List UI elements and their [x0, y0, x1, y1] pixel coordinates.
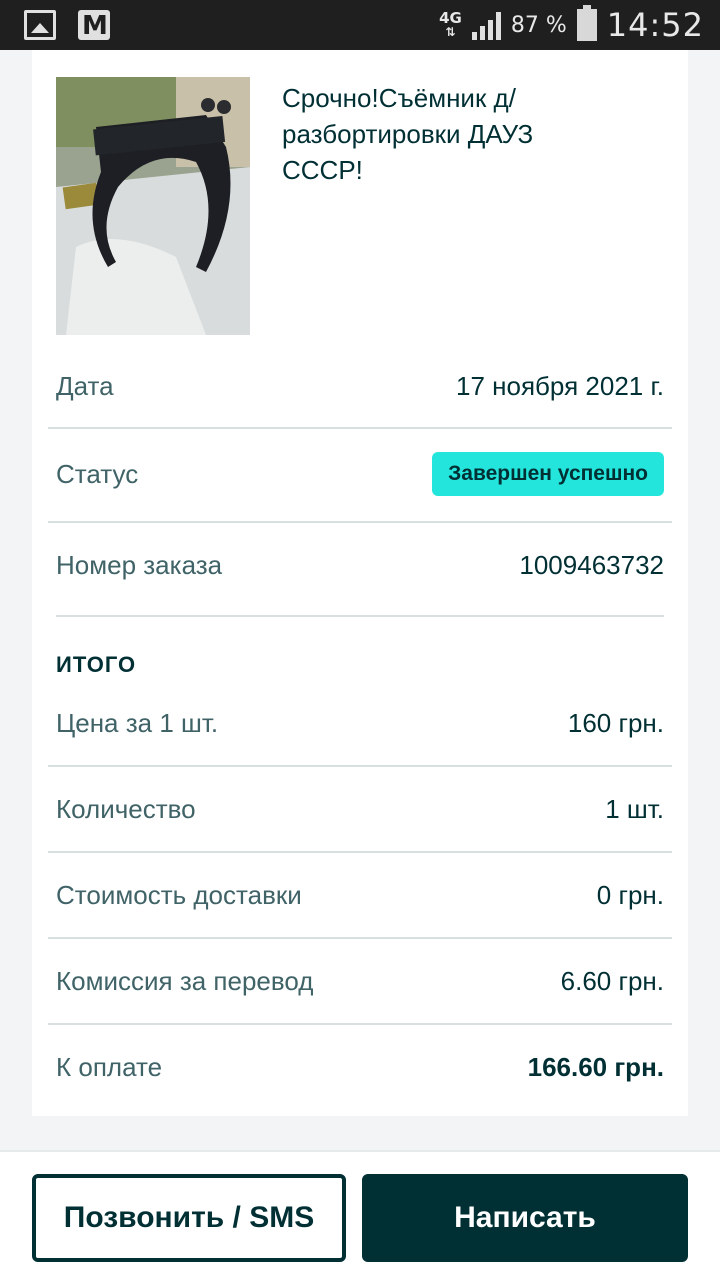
delivery-label: Стоимость доставки	[56, 879, 302, 910]
fee-value: 6.60 грн.	[560, 965, 664, 996]
date-label: Дата	[56, 370, 114, 401]
divider	[48, 765, 672, 767]
price-row: Цена за 1 шт. 160 грн.	[56, 701, 664, 745]
battery-icon	[576, 5, 597, 41]
to-pay-row: К оплате 166.60 грн.	[56, 1045, 664, 1089]
delivery-row: Стоимость доставки 0 грн.	[56, 873, 664, 917]
status-label: Статус	[56, 458, 139, 489]
status-bar: 4G ⇅ 87 % 14:52	[0, 0, 720, 50]
network-indicator: 4G ⇅	[439, 9, 462, 40]
signal-icon	[471, 10, 501, 40]
quantity-label: Количество	[56, 793, 196, 824]
price-value: 160 грн.	[567, 707, 664, 738]
write-message-button[interactable]: Написать	[362, 1174, 688, 1262]
price-label: Цена за 1 шт.	[56, 707, 219, 738]
status-row: Статус Завершен успешно	[56, 452, 664, 496]
bottom-action-bar: Позвонить / SMS Написать	[0, 1150, 720, 1280]
network-type: 4G	[439, 9, 462, 27]
divider	[56, 615, 664, 617]
picture-icon	[24, 10, 56, 40]
gmail-icon	[78, 10, 110, 41]
to-pay-label: К оплате	[56, 1051, 163, 1082]
order-number-label: Номер заказа	[56, 549, 223, 580]
total-heading: ИТОГО	[56, 652, 137, 677]
order-number-row: Номер заказа 1009463732	[56, 543, 664, 587]
divider	[48, 521, 672, 523]
clock: 14:52	[606, 6, 704, 44]
to-pay-value: 166.60 грн.	[527, 1051, 664, 1082]
divider	[48, 1023, 672, 1025]
date-row: Дата 17 ноября 2021 г.	[56, 364, 664, 408]
divider	[48, 937, 672, 939]
data-arrows-icon: ⇅	[445, 25, 456, 39]
product-image[interactable]	[56, 77, 250, 335]
product-title[interactable]: Срочно!Съёмник д/разбортировки ДАУЗ СССР…	[282, 80, 612, 188]
order-card: Срочно!Съёмник д/разбортировки ДАУЗ СССР…	[32, 50, 688, 1116]
call-sms-button[interactable]: Позвонить / SMS	[32, 1174, 346, 1262]
status-badge: Завершен успешно	[432, 452, 664, 496]
fee-row: Комиссия за перевод 6.60 грн.	[56, 959, 664, 1003]
fee-label: Комиссия за перевод	[56, 965, 314, 996]
order-number-value: 1009463732	[519, 549, 664, 580]
date-value: 17 ноября 2021 г.	[456, 370, 664, 401]
delivery-value: 0 грн.	[596, 879, 664, 910]
divider	[48, 427, 672, 429]
battery-percent: 87 %	[510, 12, 567, 38]
quantity-value: 1 шт.	[605, 793, 664, 824]
quantity-row: Количество 1 шт.	[56, 787, 664, 831]
divider	[48, 851, 672, 853]
